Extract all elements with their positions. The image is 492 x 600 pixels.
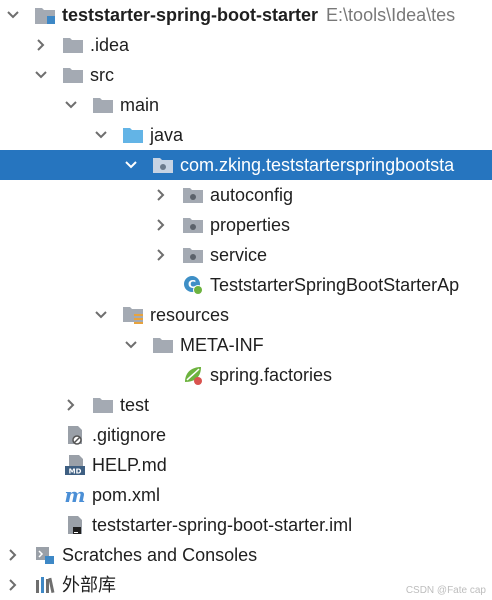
chevron-right-icon[interactable]	[6, 540, 20, 570]
tree-item-label: resources	[150, 305, 230, 325]
folder-icon	[62, 64, 84, 86]
tree-item-root-package[interactable]: com.zking.teststarterspringbootsta	[0, 150, 492, 180]
project-name: teststarter-spring-boot-starter	[62, 5, 319, 25]
chevron-right-icon[interactable]	[64, 390, 78, 420]
tree-item-resources[interactable]: resources	[0, 300, 492, 330]
chevron-down-icon[interactable]	[34, 60, 48, 90]
tree-item-main[interactable]: main	[0, 90, 492, 120]
tree-item-iml[interactable]: teststarter-spring-boot-starter.iml	[0, 510, 492, 540]
tree-item-scratches[interactable]: Scratches and Consoles	[0, 540, 492, 570]
chevron-down-icon[interactable]	[94, 120, 108, 150]
tree-item-label: pom.xml	[92, 485, 161, 505]
tree-item-label: main	[120, 95, 160, 115]
tree-item-test[interactable]: test	[0, 390, 492, 420]
maven-icon: m	[64, 484, 86, 506]
tree-item-label: teststarter-spring-boot-starter.iml	[92, 515, 353, 535]
tree-item-label: spring.factories	[210, 365, 333, 385]
tree-item-src[interactable]: src	[0, 60, 492, 90]
chevron-down-icon[interactable]	[124, 150, 138, 180]
folder-icon	[92, 94, 114, 116]
markdown-icon: MD	[64, 454, 86, 476]
folder-icon	[92, 394, 114, 416]
svg-text:MD: MD	[69, 468, 82, 476]
chevron-right-icon[interactable]	[6, 570, 20, 600]
project-path: E:\tools\Idea\tes	[326, 5, 456, 25]
tree-item-service[interactable]: service	[0, 240, 492, 270]
chevron-right-icon[interactable]	[34, 30, 48, 60]
tree-item-gitignore[interactable]: .gitignore	[0, 420, 492, 450]
tree-item-project-root[interactable]: teststarter-spring-boot-starter E:\tools…	[0, 0, 492, 30]
tree-item-java[interactable]: java	[0, 120, 492, 150]
tree-item-label: com.zking.teststarterspringbootsta	[180, 155, 455, 175]
svg-text:m: m	[64, 484, 85, 506]
ignored-file-icon	[64, 424, 86, 446]
chevron-down-icon[interactable]	[64, 90, 78, 120]
external-libraries-icon	[34, 574, 56, 596]
package-icon	[152, 154, 174, 176]
tree-item-idea[interactable]: .idea	[0, 30, 492, 60]
folder-icon	[152, 334, 174, 356]
tree-item-label: properties	[210, 215, 291, 235]
package-icon	[182, 214, 204, 236]
tree-item-label: TeststarterSpringBootStarterAp	[210, 275, 460, 295]
package-icon	[182, 244, 204, 266]
package-icon	[182, 184, 204, 206]
tree-item-label: service	[210, 245, 268, 265]
tree-item-label: java	[150, 125, 184, 145]
tree-item-meta-inf[interactable]: META-INF	[0, 330, 492, 360]
tree-item-help-md[interactable]: MD HELP.md	[0, 450, 492, 480]
resources-folder-icon	[122, 304, 144, 326]
folder-icon	[62, 34, 84, 56]
scratches-icon	[34, 544, 56, 566]
watermark: CSDN @Fate cap	[405, 585, 486, 596]
spring-factories-icon	[182, 364, 204, 386]
tree-item-label: test	[120, 395, 150, 415]
chevron-down-icon[interactable]	[6, 0, 20, 30]
tree-item-label: autoconfig	[210, 185, 294, 205]
iml-file-icon	[64, 514, 86, 536]
chevron-down-icon[interactable]	[94, 300, 108, 330]
project-tree: teststarter-spring-boot-starter E:\tools…	[0, 0, 492, 600]
chevron-right-icon[interactable]	[154, 240, 168, 270]
tree-item-label: 外部库	[62, 575, 116, 595]
tree-item-label: src	[90, 65, 114, 85]
tree-item-pom-xml[interactable]: m pom.xml	[0, 480, 492, 510]
source-folder-icon	[122, 124, 144, 146]
chevron-right-icon[interactable]	[154, 210, 168, 240]
tree-item-label: .gitignore	[92, 425, 167, 445]
spring-class-icon: C	[182, 274, 204, 296]
tree-item-properties[interactable]: properties	[0, 210, 492, 240]
tree-item-spring-factories[interactable]: spring.factories	[0, 360, 492, 390]
module-folder-icon	[34, 4, 56, 26]
chevron-right-icon[interactable]	[154, 180, 168, 210]
tree-item-label: .idea	[90, 35, 130, 55]
tree-item-label: META-INF	[180, 335, 264, 355]
tree-item-label: Scratches and Consoles	[62, 545, 258, 565]
tree-item-autoconfig[interactable]: autoconfig	[0, 180, 492, 210]
tree-item-application-class[interactable]: C TeststarterSpringBootStarterAp	[0, 270, 492, 300]
tree-item-label: HELP.md	[92, 455, 167, 475]
chevron-down-icon[interactable]	[124, 330, 138, 360]
